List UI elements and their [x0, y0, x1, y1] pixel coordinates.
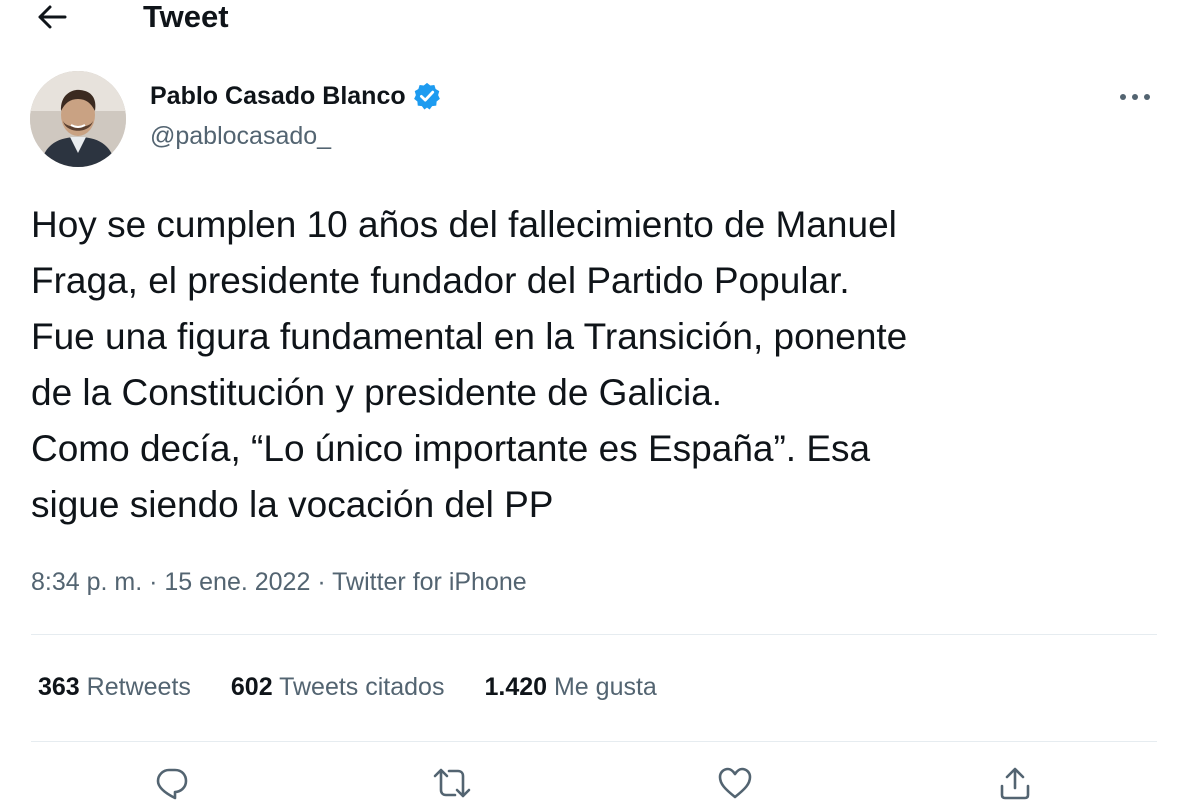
- avatar[interactable]: [30, 71, 126, 167]
- divider: [31, 741, 1157, 742]
- quotes-stat[interactable]: 602 Tweets citados: [231, 669, 445, 705]
- tweet-line: de la Constitución y presidente de Galic…: [31, 372, 723, 413]
- heart-icon: [718, 767, 752, 799]
- tweet-line: Fue una figura fundamental en la Transic…: [31, 316, 908, 357]
- retweets-count: 363: [38, 673, 80, 701]
- more-dots-icon: [1120, 94, 1150, 100]
- verified-badge-icon: [413, 82, 440, 110]
- likes-label: Me gusta: [553, 673, 657, 701]
- share-icon: [1000, 767, 1030, 800]
- likes-count: 1.420: [484, 673, 548, 701]
- tweet-source[interactable]: Twitter for iPhone: [332, 568, 527, 596]
- tweet-line: sigue siendo la vocación del PP: [31, 484, 554, 525]
- tweet-line: Hoy se cumplen 10 años del fallecimiento…: [31, 204, 897, 245]
- tweet-date[interactable]: 15 ene. 2022: [164, 568, 310, 596]
- quotes-label: Tweets citados: [279, 673, 445, 701]
- arrow-left-icon: [38, 5, 67, 29]
- action-bar: [0, 760, 1200, 800]
- tweet-text: Hoy se cumplen 10 años del fallecimiento…: [31, 197, 1171, 533]
- tweet-line: Como decía, “Lo único importante es Espa…: [31, 428, 871, 469]
- page-header: Tweet: [0, 0, 1200, 40]
- author-name-row[interactable]: Pablo Casado Blanco: [150, 80, 442, 112]
- tweet-line: Fraga, el presidente fundador del Partid…: [31, 260, 850, 301]
- author-display-name[interactable]: Pablo Casado Blanco: [150, 80, 406, 112]
- reply-button[interactable]: [150, 766, 194, 800]
- page-title: Tweet: [143, 0, 229, 34]
- divider: [31, 634, 1157, 635]
- tweet-time[interactable]: 8:34 p. m.: [31, 568, 142, 596]
- more-button[interactable]: [1112, 82, 1158, 112]
- likes-stat[interactable]: 1.420 Me gusta: [484, 669, 656, 705]
- back-button[interactable]: [30, 0, 74, 34]
- author-handle[interactable]: @pablocasado_: [150, 120, 331, 152]
- retweet-button[interactable]: [430, 766, 474, 800]
- share-button[interactable]: [993, 766, 1037, 800]
- retweets-label: Retweets: [86, 673, 191, 701]
- quotes-count: 602: [230, 673, 273, 701]
- avatar-image: [30, 71, 126, 167]
- tweet-meta: 8:34 p. m. · 15 ene. 2022 · Twitter for …: [31, 565, 527, 599]
- like-button[interactable]: [713, 766, 757, 800]
- retweet-icon: [433, 768, 471, 798]
- meta-separator: ·: [142, 568, 165, 596]
- meta-separator: ·: [310, 568, 333, 596]
- retweets-stat[interactable]: 363 Retweets: [38, 669, 191, 705]
- tweet-stats: 363 Retweets 602 Tweets citados 1.420 Me…: [38, 669, 657, 705]
- reply-icon: [156, 768, 188, 800]
